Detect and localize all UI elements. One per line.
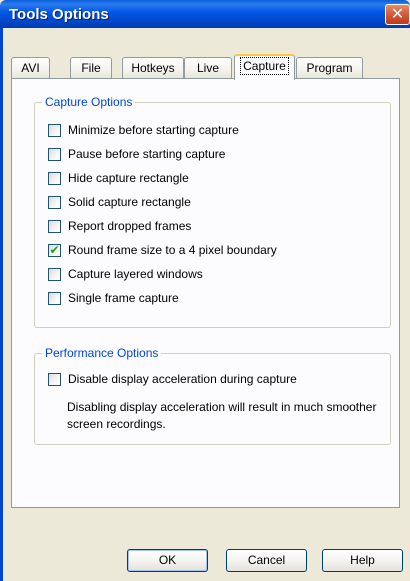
cancel-button[interactable]: Cancel xyxy=(226,549,307,572)
checkbox-label: Solid capture rectangle xyxy=(68,195,191,209)
help-button[interactable]: Help xyxy=(322,549,403,572)
checkbox-box[interactable] xyxy=(48,220,61,233)
tab-label: AVI xyxy=(21,61,40,75)
tab-label: Live xyxy=(196,61,219,75)
checkbox-box[interactable] xyxy=(48,268,61,281)
checkbox-label: Hide capture rectangle xyxy=(68,171,189,185)
checkbox-box[interactable] xyxy=(48,196,61,209)
performance-options-title: Performance Options xyxy=(42,346,162,361)
tab-hotkeys[interactable]: Hotkeys xyxy=(122,57,184,79)
checkbox-box[interactable] xyxy=(48,172,61,185)
checkbox-label: Capture layered windows xyxy=(68,267,203,281)
performance-options-group: Performance Options Disable display acce… xyxy=(34,346,391,445)
checkbox-box[interactable] xyxy=(48,292,61,305)
checkbox-box[interactable]: ✔ xyxy=(48,243,61,257)
tab-avi[interactable]: AVI xyxy=(11,57,50,79)
tab-capture[interactable]: Capture xyxy=(234,54,295,80)
tab-label: Program xyxy=(306,61,353,75)
ok-button[interactable]: OK xyxy=(127,549,208,572)
checkbox-label: Disable display acceleration during capt… xyxy=(68,372,297,386)
checkbox-box[interactable] xyxy=(48,148,61,161)
checkbox-label: Report dropped frames xyxy=(68,219,192,233)
checkmark-icon: ✔ xyxy=(49,243,60,257)
performance-note: Disabling display acceleration will resu… xyxy=(67,400,377,431)
checkbox-box[interactable] xyxy=(48,373,61,386)
tab-label: Capture xyxy=(240,57,289,75)
title-bar[interactable]: Tools Options ✕ xyxy=(0,0,410,28)
window-frame xyxy=(0,28,3,581)
window-title: Tools Options xyxy=(9,6,109,23)
capture-options-title: Capture Options xyxy=(42,95,136,110)
capture-tab-panel: Capture Options Minimize before starting… xyxy=(11,78,400,508)
checkbox-label: Minimize before starting capture xyxy=(68,123,239,137)
tab-live[interactable]: Live xyxy=(184,57,232,79)
capture-options-group: Capture Options Minimize before starting… xyxy=(34,95,391,328)
checkbox-box[interactable] xyxy=(48,124,61,137)
tab-file[interactable]: File xyxy=(70,57,112,79)
tab-label: File xyxy=(81,61,101,75)
checkbox-label: Round frame size to a 4 pixel boundary xyxy=(68,243,277,257)
checkbox-label: Pause before starting capture xyxy=(68,147,226,161)
close-icon: ✕ xyxy=(390,6,405,23)
close-button[interactable]: ✕ xyxy=(385,4,410,25)
tab-label: Hotkeys xyxy=(131,61,175,75)
tab-program[interactable]: Program xyxy=(296,57,363,79)
checkbox-label: Single frame capture xyxy=(68,291,179,305)
tools-options-dialog: Tools Options ✕ AVI File Hotkeys Live Ca… xyxy=(0,0,410,581)
